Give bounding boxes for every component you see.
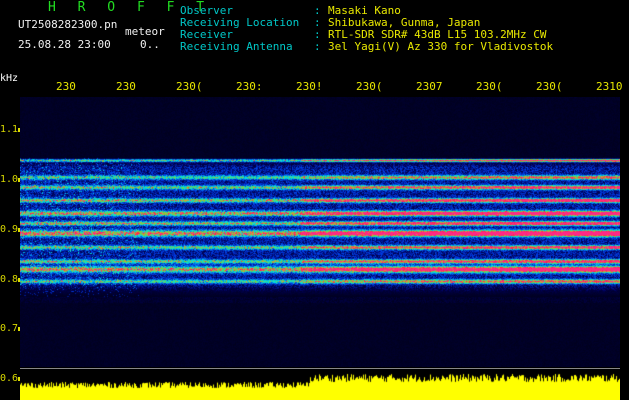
counter: 0.. <box>140 38 160 51</box>
time-tick-label: 230( <box>356 80 383 93</box>
frequency-tick-label: 0.9 <box>0 224 19 235</box>
time-tick-label: 230( <box>476 80 503 93</box>
frequency-tick-label: 1.0 <box>0 174 19 185</box>
frequency-tick-label: 0.7 <box>0 323 19 334</box>
field-label: Receiving Antenna <box>180 40 293 53</box>
waterfall-spectrogram[interactable] <box>20 97 620 367</box>
y-axis-unit: kHz <box>0 73 19 84</box>
field-separator: : <box>314 40 321 53</box>
mode-label: meteor <box>125 25 165 38</box>
time-tick-label: 2307 <box>416 80 443 93</box>
field-value: 3el Yagi(V) Az 330 for Vladivostok <box>328 40 554 53</box>
frequency-tick-label: 0.6 <box>0 373 19 384</box>
time-tick-label: 230 <box>116 80 136 93</box>
time-tick-label: 230 <box>56 80 76 93</box>
time-tick-label: 2310 <box>596 80 623 93</box>
time-tick-label: 230( <box>536 80 563 93</box>
time-tick-label: 230: <box>236 80 263 93</box>
signal-level-trace <box>20 369 620 400</box>
time-tick-label: 230! <box>296 80 323 93</box>
filename: UT2508282300.pn <box>18 18 118 31</box>
datetime: 25.08.28 23:00 <box>18 38 111 51</box>
frequency-tick-label: 1.1 <box>0 124 19 135</box>
frequency-tick-label: 0.8 <box>0 274 19 285</box>
time-tick-label: 230( <box>176 80 203 93</box>
